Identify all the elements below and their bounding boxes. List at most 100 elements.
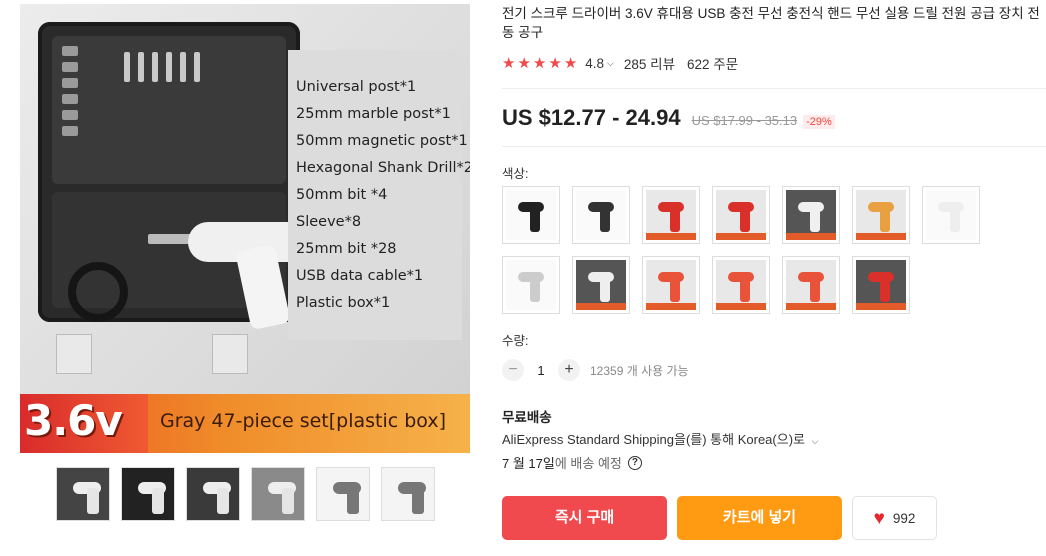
voltage-badge: 3.6v — [24, 396, 123, 445]
drill-tip — [148, 234, 193, 244]
spec-item: 25mm marble post*1 — [296, 106, 451, 122]
delivery-date: 7 월 17일 — [502, 456, 555, 471]
color-swatch[interactable] — [852, 256, 910, 314]
quantity-stepper: − 1 + 12359 개 사용 가능 — [502, 359, 689, 381]
divider — [502, 88, 1046, 89]
color-swatch[interactable] — [572, 256, 630, 314]
bit-1 — [124, 52, 130, 82]
star-icon: ★ — [502, 55, 516, 72]
bit-tray — [52, 36, 286, 184]
set-label: Gray 47-piece set[plastic box] — [160, 410, 447, 432]
drill-grip-icon — [810, 208, 820, 232]
swatch-image — [716, 260, 766, 310]
spec-item: 50mm bit *4 — [296, 187, 388, 203]
shipping-title: 무료배송 — [502, 410, 552, 425]
swatch-banner — [716, 233, 766, 240]
drill-grip-icon — [152, 488, 164, 514]
spec-list: Universal post*1 25mm marble post*1 50mm… — [296, 74, 470, 317]
quantity-value[interactable]: 1 — [524, 363, 558, 378]
swatch-image — [576, 190, 626, 240]
drill-grip-icon — [87, 488, 99, 514]
thumbnail[interactable] — [186, 467, 240, 521]
divider — [502, 146, 1046, 147]
rating-row: ★ ★ ★ ★ ★ 4.8 ⌵ 285 리뷰 622 주문 — [502, 53, 738, 73]
swatch-banner — [646, 233, 696, 240]
color-swatch[interactable] — [502, 186, 560, 244]
star-icon: ★ — [548, 55, 562, 72]
swatch-banner — [576, 303, 626, 310]
original-price: US $17.99 - 35.13 — [691, 113, 798, 128]
drill-grip-icon — [217, 488, 229, 514]
spec-item: Plastic box*1 — [296, 295, 391, 311]
color-swatch[interactable] — [782, 256, 840, 314]
spec-item: Hexagonal Shank Drill*2 — [296, 160, 470, 176]
color-swatch[interactable] — [642, 256, 700, 314]
swatch-image — [506, 190, 556, 240]
product-title: 전기 스크루 드라이버 3.6V 휴대용 USB 충전 무선 충전식 핸드 무선… — [502, 6, 1040, 40]
color-swatch[interactable] — [712, 186, 770, 244]
swatch-banner — [856, 303, 906, 310]
socket-3 — [62, 78, 78, 88]
rating-value[interactable]: 4.8 — [585, 56, 604, 71]
price-row: US $12.77 - 24.94 US $17.99 - 35.13 -29% — [502, 105, 835, 131]
color-swatch[interactable] — [502, 256, 560, 314]
thumbnail[interactable] — [56, 467, 110, 521]
spec-item: 25mm bit *28 — [296, 241, 397, 257]
color-swatch[interactable] — [922, 186, 980, 244]
thumbnail[interactable] — [251, 467, 305, 521]
swatch-image — [856, 260, 906, 310]
drill-grip-icon — [600, 208, 610, 232]
color-swatch[interactable] — [572, 186, 630, 244]
swatch-image — [786, 260, 836, 310]
quantity-decrease-button[interactable]: − — [502, 359, 524, 381]
shipping-method[interactable]: AliExpress Standard Shipping을(를) 통해 Kore… — [502, 429, 818, 448]
help-icon[interactable]: ? — [627, 455, 642, 470]
thumbnail[interactable] — [121, 467, 175, 521]
swatch-image — [646, 260, 696, 310]
spec-item: Sleeve*8 — [296, 214, 362, 230]
color-swatch[interactable] — [642, 186, 700, 244]
drill-grip-icon — [600, 278, 610, 302]
main-product-image[interactable]: Universal post*1 25mm marble post*1 50mm… — [20, 4, 470, 453]
chevron-down-icon[interactable]: ⌵ — [812, 436, 819, 446]
orders-count: 622 주문 — [687, 57, 739, 72]
swatch-banner — [646, 303, 696, 310]
drill-grip-icon — [880, 278, 890, 302]
color-label: 색상: — [502, 167, 529, 181]
color-swatch[interactable] — [782, 186, 840, 244]
add-to-cart-button[interactable]: 카트에 넣기 — [677, 496, 842, 540]
chevron-down-icon[interactable]: ⌵ — [607, 58, 614, 69]
case-hinge-right — [212, 334, 248, 374]
socket-6 — [62, 126, 78, 136]
drill-grip-icon — [740, 208, 750, 232]
bit-3 — [152, 52, 158, 82]
drill-grip-icon — [880, 208, 890, 232]
spec-item: Universal post*1 — [296, 79, 417, 95]
buy-now-button[interactable]: 즉시 구매 — [502, 496, 667, 540]
thumbnail[interactable] — [316, 467, 370, 521]
swatch-image — [786, 190, 836, 240]
swatch-image — [856, 190, 906, 240]
flex-shaft — [68, 262, 128, 322]
drill-grip-icon — [670, 278, 680, 302]
reviews-link[interactable]: 285 리뷰 — [624, 53, 675, 73]
swatch-banner — [856, 233, 906, 240]
thumbnail[interactable] — [381, 467, 435, 521]
drill-grip-icon — [810, 278, 820, 302]
spec-item: 50mm magnetic post*1 — [296, 133, 468, 149]
star-icon: ★ — [517, 55, 531, 72]
socket-5 — [62, 110, 78, 120]
wishlist-button[interactable]: ♥ 992 — [852, 496, 937, 540]
color-swatch[interactable] — [852, 186, 910, 244]
swatch-banner — [786, 303, 836, 310]
color-swatch[interactable] — [712, 256, 770, 314]
quantity-increase-button[interactable]: + — [558, 359, 580, 381]
price: US $12.77 - 24.94 — [502, 105, 681, 130]
drill-grip-icon — [530, 278, 540, 302]
shipping-method-text: AliExpress Standard Shipping을(를) 통해 Kore… — [502, 432, 805, 447]
thumbnail-strip — [56, 467, 435, 521]
available-stock: 12359 개 사용 가능 — [590, 363, 689, 378]
socket-4 — [62, 94, 78, 104]
drill-grip-icon — [740, 278, 750, 302]
quantity-label: 수량: — [502, 334, 529, 348]
